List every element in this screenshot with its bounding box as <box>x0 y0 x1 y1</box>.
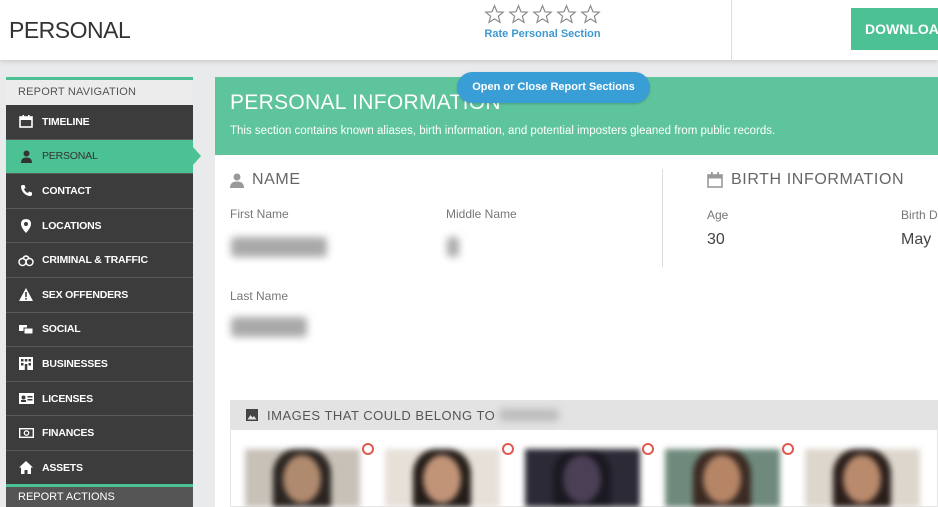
sidebar-item-social[interactable]: SOCIAL <box>6 313 193 348</box>
calendar-icon <box>707 172 723 188</box>
sidebar-item-label: BUSINESSES <box>42 357 108 370</box>
sidebar-item-businesses[interactable]: BUSINESSES <box>6 347 193 382</box>
star-icon[interactable] <box>532 4 553 25</box>
sidebar-item-timeline[interactable]: TIMELINE <box>6 105 193 140</box>
star-icon[interactable] <box>556 4 577 25</box>
name-heading: NAME <box>230 171 301 189</box>
images-heading-text: IMAGES THAT COULD BELONG TO <box>267 407 496 423</box>
star-rating[interactable] <box>470 4 615 25</box>
candidate-image[interactable] <box>245 449 360 507</box>
star-icon[interactable] <box>508 4 529 25</box>
rate-section-label: Rate Personal Section <box>484 28 601 40</box>
sidebar-item-label: CRIMINAL & TRAFFIC <box>42 254 148 267</box>
column-divider <box>662 169 663 267</box>
sidebar-item-sex-offenders[interactable]: SEX OFFENDERS <box>6 278 193 313</box>
sidebar-item-contact[interactable]: CONTACT <box>6 174 193 209</box>
id-card-icon <box>18 392 34 406</box>
report-image-icon[interactable] <box>502 443 514 455</box>
sidebar-item-label: LICENSES <box>42 392 93 405</box>
sidebar-item-label: PERSONAL <box>42 150 98 163</box>
age-value: 30 <box>707 231 725 248</box>
sidebar-item-label: SOCIAL <box>42 323 81 336</box>
social-icon <box>18 322 34 336</box>
subject-name-redacted <box>499 409 560 421</box>
report-actions-header[interactable]: REPORT ACTIONS <box>6 484 193 507</box>
home-icon <box>18 461 34 475</box>
age-label: Age <box>707 208 729 222</box>
calendar-icon <box>18 115 34 129</box>
last-name-value-redacted <box>231 317 307 337</box>
images-section-header[interactable]: IMAGES THAT COULD BELONG TO <box>230 400 938 430</box>
birth-information-heading: BIRTH INFORMATION <box>707 171 904 189</box>
report-navigation-sidebar: REPORT NAVIGATION TIMELINE PERSONAL CONT… <box>6 77 201 507</box>
candidate-image[interactable] <box>525 449 640 507</box>
sidebar-item-label: ASSETS <box>42 461 83 474</box>
name-heading-text: NAME <box>252 171 301 188</box>
open-close-sections-button[interactable]: Open or Close Report Sections <box>457 72 650 103</box>
report-image-icon[interactable] <box>642 443 654 455</box>
sidebar-item-assets[interactable]: ASSETS <box>6 451 193 486</box>
candidate-image[interactable] <box>385 449 500 507</box>
last-name-label: Last Name <box>230 289 289 303</box>
sidebar-item-label: SEX OFFENDERS <box>42 288 129 301</box>
first-name-value-redacted <box>231 237 327 257</box>
handcuffs-icon <box>18 253 34 267</box>
phone-icon <box>18 184 34 198</box>
section-description: This section contains known aliases, bir… <box>230 125 776 137</box>
sidebar-item-personal[interactable]: PERSONAL <box>6 139 201 175</box>
sidebar-item-label: FINANCES <box>42 427 95 440</box>
report-image-icon[interactable] <box>782 443 794 455</box>
birth-date-label: Birth D <box>901 208 938 222</box>
building-icon <box>18 357 34 371</box>
first-name-label: First Name <box>230 207 289 221</box>
page-title: PERSONAL <box>9 17 131 43</box>
money-icon <box>18 426 34 440</box>
birth-date-value: May <box>901 231 932 248</box>
sidebar-item-finances[interactable]: FINANCES <box>6 416 193 451</box>
sidebar-item-label: TIMELINE <box>42 115 90 128</box>
star-icon[interactable] <box>484 4 505 25</box>
header-divider <box>731 0 732 60</box>
middle-name-label: Middle Name <box>446 207 517 221</box>
report-image-icon[interactable] <box>362 443 374 455</box>
sidebar-item-label: LOCATIONS <box>42 219 102 232</box>
middle-name-value-redacted <box>447 237 459 257</box>
top-bar: PERSONAL Rate Personal Section DOWNLOAD <box>0 0 938 60</box>
sidebar-item-criminal-traffic[interactable]: CRIMINAL & TRAFFIC <box>6 243 193 278</box>
person-icon <box>18 149 34 163</box>
birth-heading-text: BIRTH INFORMATION <box>731 171 905 188</box>
star-icon[interactable] <box>580 4 601 25</box>
sidebar-header: REPORT NAVIGATION <box>6 77 193 105</box>
person-icon <box>230 173 244 188</box>
main-content: PERSONAL INFORMATION This section contai… <box>215 77 938 507</box>
image-icon <box>246 409 258 421</box>
candidate-image[interactable] <box>805 449 920 507</box>
candidate-image[interactable] <box>665 449 780 507</box>
sidebar-item-locations[interactable]: LOCATIONS <box>6 209 193 244</box>
warning-icon <box>18 288 34 302</box>
download-button[interactable]: DOWNLOAD <box>851 8 938 50</box>
sidebar-item-licenses[interactable]: LICENSES <box>6 382 193 417</box>
map-pin-icon <box>18 218 34 233</box>
sidebar-item-label: CONTACT <box>42 184 92 197</box>
section-rating: Rate Personal Section <box>470 4 615 40</box>
